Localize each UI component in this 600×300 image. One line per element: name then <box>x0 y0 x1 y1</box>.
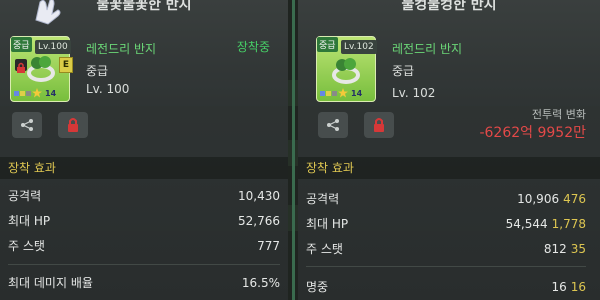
stat-value: 812 <box>543 242 567 256</box>
stat-value: 16 <box>551 280 567 294</box>
equipped-status: 장착중 <box>236 40 270 54</box>
stat-label: 공격력 <box>8 189 42 203</box>
share-icon <box>327 119 339 131</box>
stat-value: 52,766 <box>238 214 280 228</box>
stat-row-max-damage: 최대 데미지 배율 16.5% <box>8 272 280 294</box>
potential-e-badge: E <box>59 57 73 73</box>
share-button[interactable] <box>318 112 348 138</box>
panel-divider <box>292 0 295 300</box>
lock-button[interactable] <box>58 112 88 138</box>
star-force-row: 14 <box>14 88 56 98</box>
star-count: 14 <box>45 88 57 98</box>
stat-label: 주 스탯 <box>306 242 343 256</box>
item-name: 레전드리 반지 <box>392 42 463 56</box>
lock-icon <box>68 118 78 132</box>
stat-diff: 1,778 <box>551 217 586 231</box>
item-name: 레전드리 반지 <box>86 42 157 56</box>
stat-row-max-hp: 최대 HP 54,544 1,778 <box>306 213 586 235</box>
stat-diff: 35 <box>570 242 586 256</box>
stat-value: 777 <box>257 239 280 253</box>
stat-row-attack: 공격력 10,906 476 <box>306 188 586 210</box>
section-header-equip-effect: 장착 효과 <box>0 157 288 179</box>
stat-value: 54,544 <box>505 217 548 231</box>
level-tag: Lv.102 <box>341 40 377 54</box>
stat-row-accuracy: 명중 16 16 <box>306 276 586 298</box>
stat-label: 최대 HP <box>8 214 51 228</box>
stat-label: 공격력 <box>306 192 340 206</box>
stat-label: 최대 HP <box>306 217 349 231</box>
item-title: 불꽃불꽃한 반지 <box>96 0 192 13</box>
compare-item-panel: 물컹물컹한 반지 중급 Lv.102 14 레전드리 반지 중급 Lv. 102… <box>298 0 600 300</box>
stat-row-main-stat: 주 스탯 812 35 <box>306 238 586 260</box>
stat-value: 10,906 <box>517 192 560 206</box>
divider <box>8 264 280 265</box>
section-header-equip-effect: 장착 효과 <box>298 157 600 179</box>
item-title: 물컹물컹한 반지 <box>401 0 497 13</box>
level-tag: Lv.100 <box>35 40 71 54</box>
stat-diff: 476 <box>563 192 586 206</box>
lock-icon <box>374 118 384 132</box>
item-level: Lv. 102 <box>392 86 436 100</box>
star-count: 14 <box>351 88 363 98</box>
stat-label: 최대 데미지 배율 <box>8 276 93 290</box>
grade-tag: 중급 <box>11 37 32 52</box>
star-icon <box>338 88 348 98</box>
current-item-panel: 불꽃불꽃한 반지 중급 Lv.100 E 14 레전드리 반지 중급 Lv. 1… <box>0 0 288 300</box>
stat-value: 10,430 <box>238 189 280 203</box>
item-level: Lv. 100 <box>86 82 130 96</box>
stat-row-attack: 공격력 10,430 <box>8 185 280 207</box>
ring-icon <box>27 56 55 82</box>
stat-row-max-hp: 최대 HP 52,766 <box>8 210 280 232</box>
stat-label: 명중 <box>306 280 329 294</box>
item-icon-card[interactable]: 중급 Lv.102 14 <box>316 36 377 102</box>
stat-row-main-stat: 주 스탯 777 <box>8 235 280 257</box>
power-change-label: 전투력 변화 <box>531 108 586 121</box>
power-change-value: -6262억 9952만 <box>479 125 586 141</box>
share-button[interactable] <box>12 112 42 138</box>
stat-label: 주 스탯 <box>8 239 45 253</box>
stat-diff: 16 <box>570 280 586 294</box>
item-grade: 중급 <box>392 64 415 78</box>
lock-button[interactable] <box>364 112 394 138</box>
divider <box>306 266 586 267</box>
item-grade: 중급 <box>86 64 109 78</box>
ring-icon <box>332 58 360 84</box>
stat-value: 16.5% <box>241 276 280 290</box>
item-icon-card[interactable]: 중급 Lv.100 E 14 <box>10 36 73 102</box>
share-icon <box>21 119 33 131</box>
grade-tag: 중급 <box>317 37 338 52</box>
star-icon <box>32 88 42 98</box>
star-force-row: 14 <box>320 88 362 98</box>
